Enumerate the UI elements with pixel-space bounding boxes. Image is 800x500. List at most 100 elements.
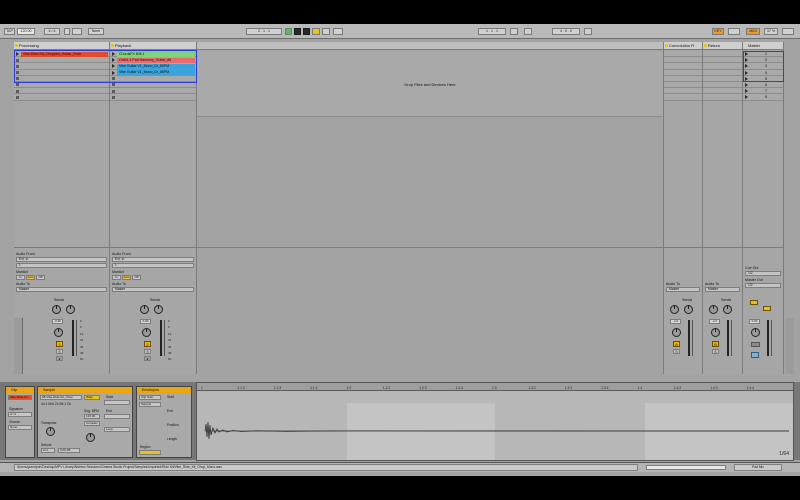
metro-select[interactable]: None: [88, 28, 104, 35]
return-a-button[interactable]: A: [673, 341, 680, 347]
monitor-off-button[interactable]: Off: [36, 275, 45, 280]
punch-icon[interactable]: [333, 28, 343, 35]
loop-length[interactable]: 4 . 0 . 0: [552, 28, 580, 35]
clip-stop-icon[interactable]: [16, 64, 19, 68]
start-field[interactable]: [104, 400, 130, 405]
volume-value[interactable]: -inf: [709, 319, 720, 324]
pan-knob[interactable]: [711, 328, 720, 337]
arrangement-position[interactable]: 2 . 1 . 1: [246, 28, 282, 35]
clip-slot[interactable]: [110, 94, 196, 101]
volume-value[interactable]: -0.90: [52, 319, 63, 324]
clip[interactable]: OnM1 1 Pad Harmony_Guitar_86: [117, 57, 195, 63]
loop-button[interactable]: Loop: [104, 427, 130, 432]
punch-in-icon[interactable]: [524, 28, 532, 35]
loop-switch-icon[interactable]: [510, 28, 518, 35]
send-b-knob[interactable]: [684, 305, 693, 314]
send-b-knob[interactable]: [66, 305, 75, 314]
clip-stop-icon[interactable]: [112, 95, 115, 99]
key-button[interactable]: [728, 28, 740, 35]
clip-name-field[interactable]: Vibe-Ride-Kit: [8, 395, 32, 400]
track-activator-button[interactable]: 2: [144, 341, 151, 347]
metronome-icon[interactable]: [64, 28, 70, 35]
key-map-button[interactable]: KEY: [712, 28, 724, 35]
monitor-in-button[interactable]: In: [112, 275, 121, 280]
scene-play-icon[interactable]: [744, 82, 748, 87]
seg-bpm-field[interactable]: 120.00: [84, 414, 100, 419]
pan-knob[interactable]: [751, 328, 760, 337]
scene-launch[interactable]: 8: [743, 94, 783, 101]
clip-stop-icon[interactable]: [16, 77, 19, 81]
clip-stop-icon[interactable]: [112, 83, 115, 87]
volume-value[interactable]: 0.00: [749, 319, 760, 324]
tempo-field[interactable]: 120.00: [17, 28, 35, 35]
scene-play-icon[interactable]: [744, 89, 748, 94]
gain-knob[interactable]: [86, 433, 95, 442]
volume-fader[interactable]: [771, 320, 772, 356]
warp-mode-select[interactable]: Complex: [84, 421, 100, 426]
warp-button[interactable]: Warp: [84, 395, 100, 400]
monitor-auto-button[interactable]: Auto: [122, 275, 131, 280]
track-title-playback[interactable]: Playback: [110, 42, 196, 50]
clip-stop-icon[interactable]: [16, 58, 19, 62]
gain-field[interactable]: 0.00 dB: [58, 448, 80, 453]
send-a-knob[interactable]: [709, 305, 718, 314]
track-activator-icon[interactable]: [665, 44, 668, 47]
sample-editor[interactable]: 1 1.1.2 1.1.3 1.1.4 1.2 1.2.2 1.2.3 1.2.4 1.3 1.3…: [196, 382, 794, 461]
arm-button[interactable]: ●: [56, 356, 63, 361]
return-title-a[interactable]: Convolution R: [664, 42, 702, 50]
master-out-select[interactable]: 1/2: [745, 283, 781, 288]
arm-button[interactable]: ●: [144, 356, 151, 361]
track-title-processing[interactable]: Processing: [14, 42, 109, 50]
track-activator-icon[interactable]: [15, 44, 18, 47]
scene-play-icon[interactable]: [744, 70, 748, 75]
back-to-arrangement-icon[interactable]: [322, 28, 330, 35]
volume-fader[interactable]: [731, 320, 732, 356]
groove-select[interactable]: None: [8, 425, 32, 430]
solo-button[interactable]: S: [712, 349, 719, 354]
pan-knob[interactable]: [54, 328, 63, 337]
send-a-knob[interactable]: [140, 305, 149, 314]
volume-value[interactable]: -inf: [670, 319, 681, 324]
return-b-button[interactable]: B: [712, 341, 719, 347]
clip[interactable]: Vibe Guitar V1_Mono_Dr_80PM: [117, 63, 195, 69]
stop-button[interactable]: [294, 28, 301, 35]
monitor-off-button[interactable]: Off: [132, 275, 141, 280]
scene-play-icon[interactable]: [744, 76, 748, 81]
play-button[interactable]: [285, 28, 292, 35]
clip-play-icon[interactable]: [111, 64, 115, 69]
clip-play-icon[interactable]: [15, 52, 19, 56]
input-channel-select[interactable]: 1: [16, 263, 107, 268]
automation-arm-icon[interactable]: [312, 28, 320, 35]
master-title[interactable]: Master: [743, 42, 783, 50]
detune-field[interactable]: 0 ct: [41, 448, 55, 453]
solo-button[interactable]: S: [56, 349, 63, 354]
audio-from-select[interactable]: Ext. In: [16, 257, 107, 262]
audio-to-select[interactable]: Master: [666, 287, 700, 292]
monitor-in-button[interactable]: In: [16, 275, 25, 280]
clip-stop-icon[interactable]: [16, 89, 19, 93]
volume-fader[interactable]: [692, 320, 693, 356]
mixer-toggle-strip[interactable]: [14, 318, 23, 374]
xfade-button[interactable]: [763, 306, 771, 311]
scene-play-icon[interactable]: [744, 52, 748, 56]
volume-value[interactable]: 0.00: [140, 319, 151, 324]
volume-fader[interactable]: [164, 320, 165, 356]
clip-stop-icon[interactable]: [112, 89, 115, 93]
send-b-knob[interactable]: [723, 305, 732, 314]
sample-file[interactable]: 08-Vibe-Ride-Kit_Chop: [40, 395, 82, 400]
clip-play-icon[interactable]: [111, 58, 115, 63]
send-a-knob[interactable]: [52, 305, 61, 314]
clip-play-icon[interactable]: [111, 70, 115, 75]
clip-stop-icon[interactable]: [16, 70, 19, 74]
tap-button[interactable]: TAP: [4, 28, 15, 35]
return-title-b[interactable]: Return: [703, 42, 742, 50]
audio-to-select[interactable]: Master: [16, 287, 107, 292]
clip-slot[interactable]: [14, 94, 109, 101]
track-activator-button[interactable]: 1: [56, 341, 63, 347]
headphone-icon[interactable]: [751, 352, 759, 358]
scene-play-icon[interactable]: [744, 64, 748, 69]
crossfader[interactable]: [751, 342, 760, 347]
pre-post-button[interactable]: [750, 300, 758, 305]
solo-button[interactable]: S: [673, 349, 680, 354]
side-buttons[interactable]: [786, 318, 794, 374]
